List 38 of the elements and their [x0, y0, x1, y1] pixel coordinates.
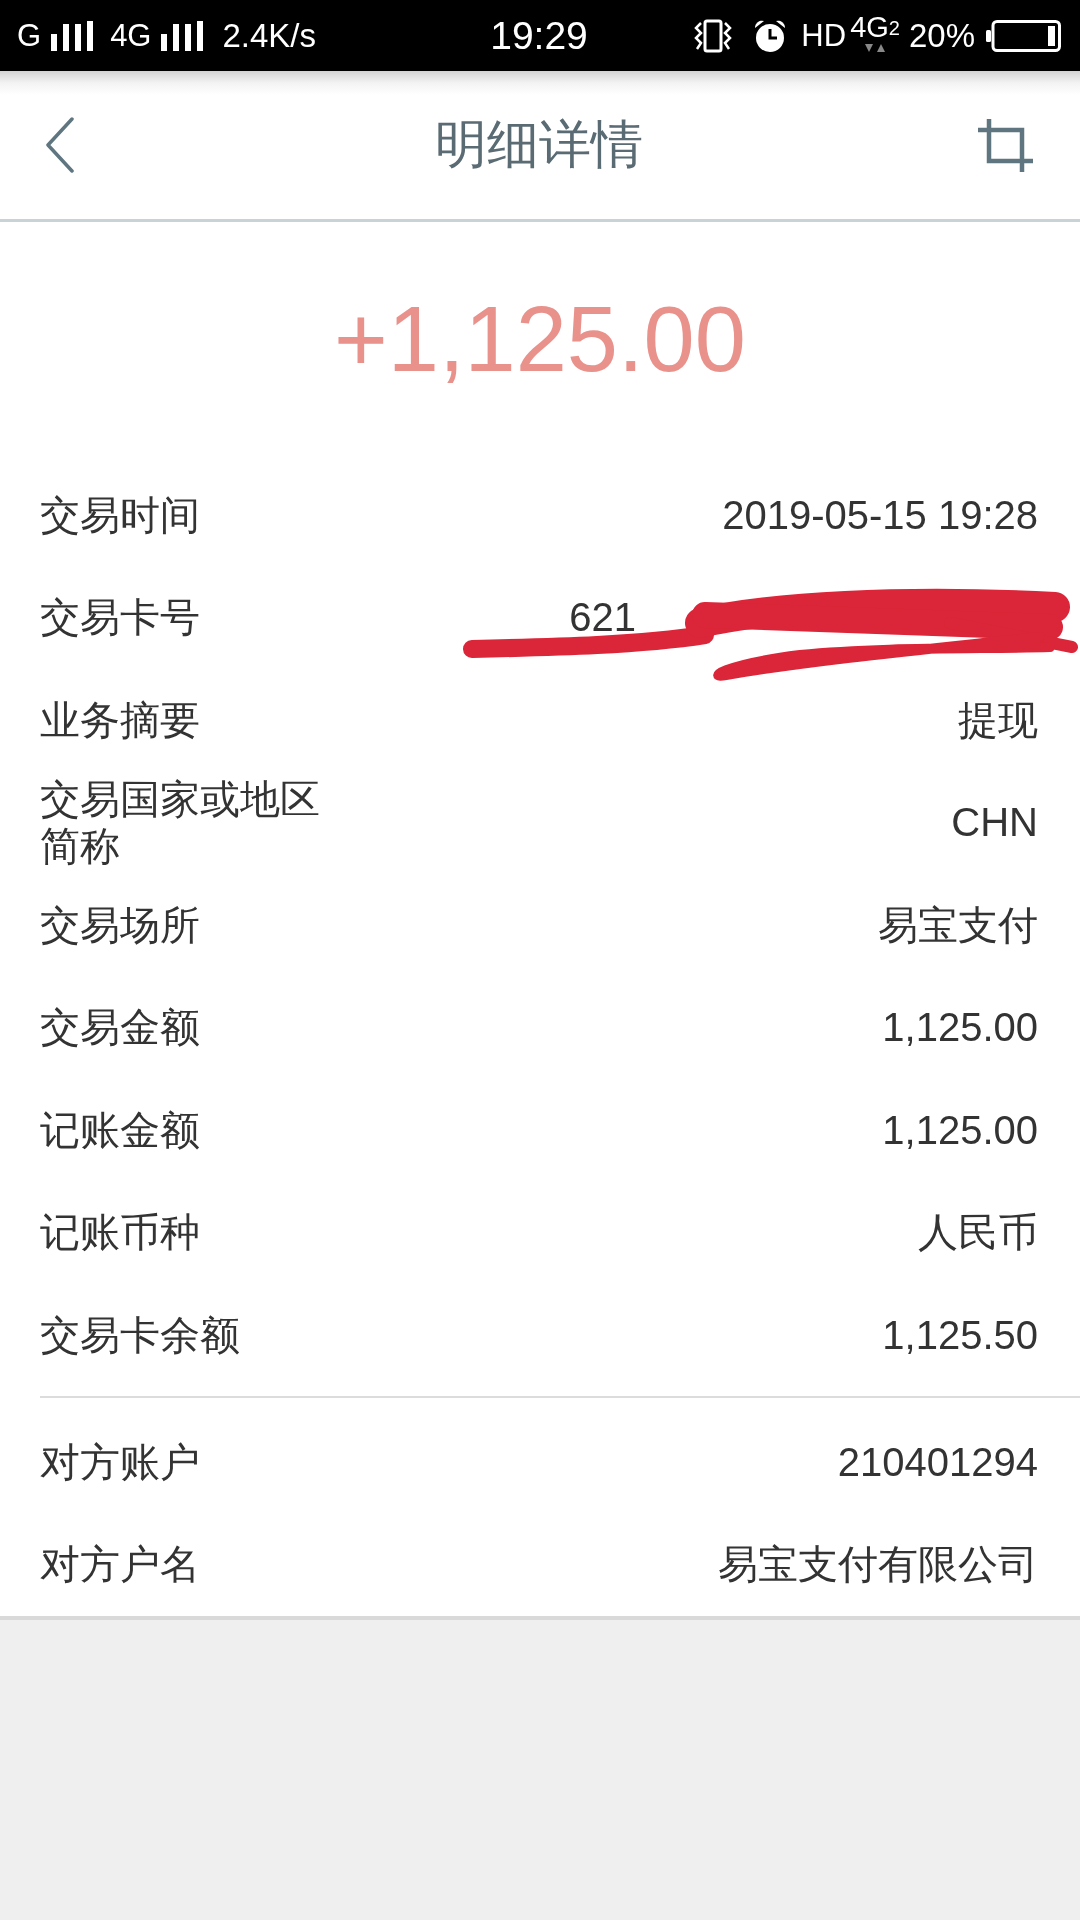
detail-label: 交易卡余额: [40, 1311, 240, 1359]
detail-value: CHN: [951, 799, 1038, 847]
counterparty-label: 对方户名: [40, 1541, 200, 1588]
detail-value: 621: [569, 594, 636, 642]
detail-value: 人民币: [918, 1209, 1038, 1257]
detail-value: 1,125.00: [882, 1106, 1038, 1154]
detail-label: 业务摘要: [40, 696, 200, 744]
vibrate-icon: [694, 18, 733, 53]
crop-icon[interactable]: [978, 118, 1033, 172]
battery-icon: [986, 19, 1061, 52]
hd-label: HD: [801, 20, 847, 51]
transaction-amount: +1,125.00: [334, 293, 746, 385]
detail-label: 交易卡号: [40, 594, 200, 642]
clock-time: 19:29: [490, 16, 588, 55]
page-title: 明细详情: [435, 114, 643, 175]
detail-value: 2019-05-15 19:28: [722, 491, 1038, 539]
detail-label: 交易金额: [40, 1004, 200, 1052]
data-arrows-icon: [864, 44, 887, 52]
counterparty-label: 对方账户: [40, 1439, 200, 1486]
counterparty-value: 易宝支付有限公司: [718, 1541, 1038, 1588]
detail-label: 记账金额: [40, 1106, 200, 1154]
back-icon[interactable]: [45, 117, 74, 173]
alarm-clock-icon: [753, 18, 788, 53]
detail-label: 交易时间: [40, 491, 200, 539]
network-speed: 2.4K/s: [222, 19, 317, 52]
battery-percent: 20%: [908, 19, 975, 52]
network-type-label: 4G: [110, 20, 152, 51]
detail-label: 交易场所: [40, 901, 200, 949]
signal-bars-icon: [161, 20, 204, 51]
signal-bars-icon: [51, 20, 94, 51]
detail-label: 记账币种: [40, 1209, 200, 1257]
detail-value: 1,125.50: [882, 1311, 1038, 1359]
detail-label: 交易国家或地区简称: [40, 775, 321, 870]
detail-value: 提现: [958, 696, 1038, 744]
network-type-label: G: [17, 20, 42, 51]
detail-value: 易宝支付: [878, 901, 1038, 949]
detail-value: 1,125.00: [882, 1004, 1038, 1052]
counterparty-value: 210401294: [837, 1439, 1038, 1486]
